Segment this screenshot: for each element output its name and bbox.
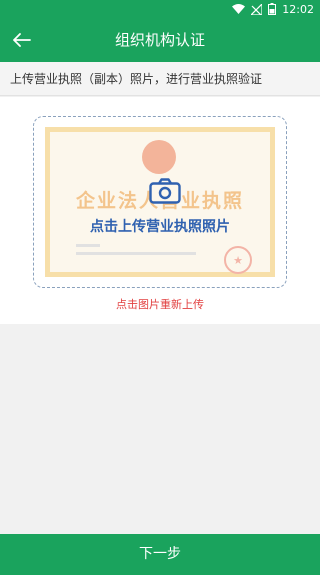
clock: 12:02	[282, 2, 314, 16]
upload-panel: 企业法人营业执照 点击上传营业执照照片 ★ 点击图片重新上传	[0, 97, 320, 324]
page-title: 组织机构认证	[114, 31, 205, 49]
emblem-icon	[142, 140, 176, 174]
star-seal-icon: ★	[224, 246, 252, 274]
license-upload-area[interactable]: 企业法人营业执照 点击上传营业执照照片 ★	[33, 116, 287, 288]
text-line	[76, 244, 100, 247]
back-button[interactable]	[0, 18, 44, 62]
app-bar: 组织机构认证	[0, 18, 320, 62]
status-bar: 12:02	[0, 0, 320, 18]
license-placeholder-image: 企业法人营业执照 点击上传营业执照照片 ★	[45, 127, 275, 277]
upload-hint: 点击上传营业执照照片	[90, 219, 230, 235]
reupload-hint: 点击图片重新上传	[116, 298, 204, 311]
text-line	[76, 252, 196, 255]
no-sim-icon	[251, 3, 263, 15]
camera-icon	[149, 178, 181, 204]
instruction-text: 上传营业执照（副本）照片，进行营业执照验证	[0, 62, 320, 96]
next-button[interactable]: 下一步	[0, 534, 320, 575]
battery-icon	[268, 3, 277, 15]
arrow-back-icon	[13, 33, 31, 47]
wifi-icon	[232, 4, 246, 14]
